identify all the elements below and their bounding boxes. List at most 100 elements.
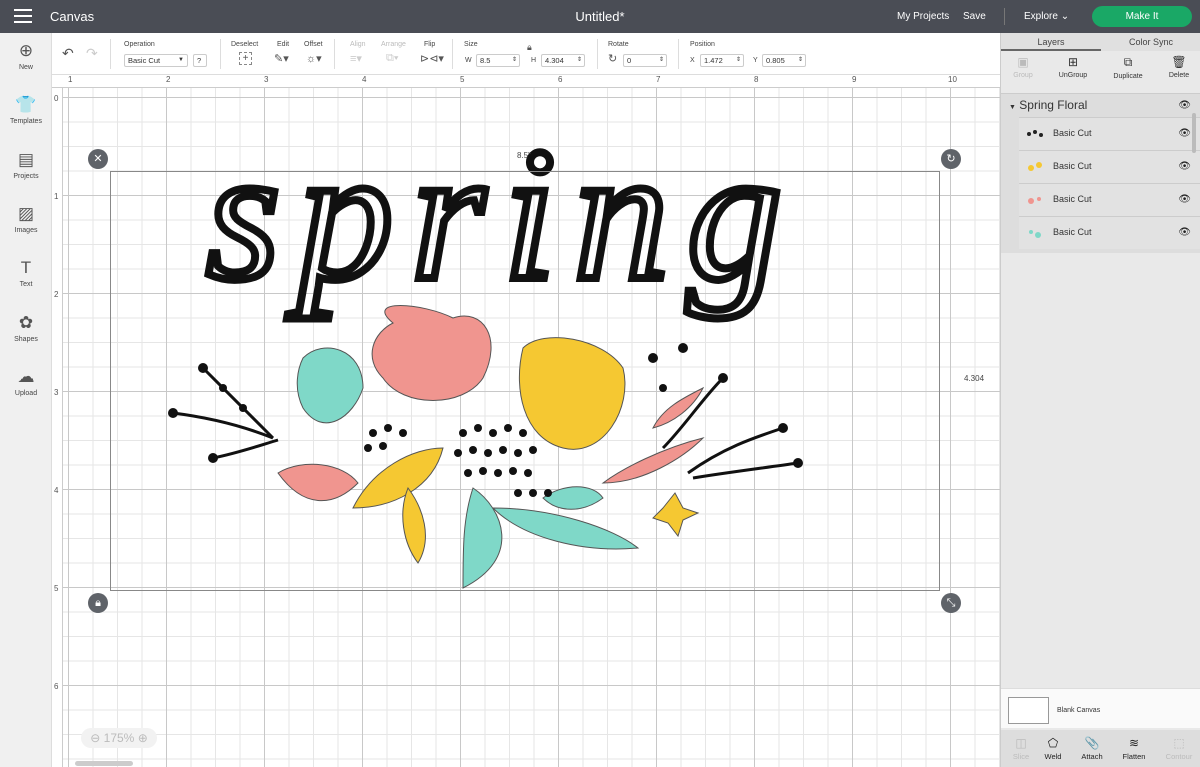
help-button[interactable]: ? <box>193 54 207 67</box>
contour-button[interactable]: ⬚ Contour <box>1159 736 1199 761</box>
layers-list: ▼ Spring Floral 👁︎ Basic Cut 👁︎ Basic Cut… <box>1001 93 1200 253</box>
horizontal-scrollbar[interactable] <box>75 761 133 766</box>
tab-layers[interactable]: Layers <box>1001 37 1101 51</box>
layer-label: Basic Cut <box>1053 128 1092 138</box>
app-title: Canvas <box>50 9 95 24</box>
stepper-icon[interactable]: ⇕ <box>659 55 664 66</box>
explore-label: Explore <box>1024 11 1058 22</box>
nav-shapes[interactable]: ✿ Shapes <box>0 313 52 343</box>
layer-thumbnail <box>1023 159 1047 175</box>
zoom-out-icon[interactable]: ⊖ <box>90 731 100 745</box>
nav-label: New <box>18 64 33 71</box>
eye-icon[interactable]: 👁︎ <box>1178 100 1191 111</box>
x-input[interactable]: 1.472 ⇕ <box>700 54 744 67</box>
edit-pencil-icon[interactable]: ✎▾ <box>274 52 289 65</box>
zoom-in-icon[interactable]: ⊕ <box>138 731 148 745</box>
layer-row[interactable]: Basic Cut 👁︎ <box>1019 216 1200 249</box>
flatten-button[interactable]: ≋ Flatten <box>1114 736 1154 761</box>
flip-icon[interactable]: ⊳⊲▾ <box>420 52 444 65</box>
width-label: W <box>465 57 472 64</box>
resize-handle-icon[interactable]: ⤡ <box>941 593 961 613</box>
duplicate-button[interactable]: ⧉ Duplicate <box>1108 55 1148 80</box>
blank-canvas-swatch[interactable] <box>1008 697 1049 724</box>
arrange-icon[interactable]: ⧉▾ <box>386 52 398 65</box>
height-value: 4.304 <box>545 56 564 65</box>
nav-label: Templates <box>10 118 42 125</box>
plus-circle-icon: ⊕ <box>18 41 34 60</box>
edit-label: Edit <box>277 41 290 48</box>
delete-button[interactable]: 🗑 Delete <box>1159 55 1199 79</box>
eye-icon[interactable]: 👁︎ <box>1178 128 1191 139</box>
eye-icon[interactable]: 👁︎ <box>1178 161 1191 172</box>
nav-text[interactable]: T Text <box>0 258 52 288</box>
blank-canvas-label: Blank Canvas <box>1057 707 1101 714</box>
group-name: Spring Floral <box>1019 98 1088 112</box>
design-canvas[interactable]: spring 8.5" 4.304 ✕ ↻ 🔒︎ ⤡ ⊖ 175% ⊕ <box>63 88 1000 767</box>
layer-row[interactable]: Basic Cut 👁︎ <box>1019 150 1200 183</box>
explore-dropdown[interactable]: Explore ⌄ <box>1024 11 1069 22</box>
ruler-tick: 6 <box>558 75 563 84</box>
lock-icon[interactable]: 🔒︎ <box>527 42 532 53</box>
layers-scrollbar[interactable] <box>1192 113 1196 153</box>
height-label: H <box>531 57 537 64</box>
hamburger-menu-icon[interactable] <box>14 9 32 23</box>
eye-icon[interactable]: 👁︎ <box>1178 194 1191 205</box>
layer-row[interactable]: Basic Cut 👁︎ <box>1019 117 1200 150</box>
align-icon[interactable]: ≡▾ <box>350 52 362 65</box>
height-dimension-label: 4.304 <box>964 374 985 383</box>
tab-color-sync[interactable]: Color Sync <box>1101 37 1200 47</box>
stepper-icon[interactable]: ⇕ <box>798 55 803 66</box>
my-projects-link[interactable]: My Projects <box>897 11 949 22</box>
projects-icon: ▤ <box>17 150 35 169</box>
operation-select[interactable]: Basic Cut ▼ <box>124 54 188 67</box>
save-link[interactable]: Save <box>963 11 986 22</box>
chevron-down-icon: ⌄ <box>1060 11 1070 22</box>
nav-label: Upload <box>14 390 38 397</box>
nav-templates[interactable]: 👕 Templates <box>0 95 52 125</box>
nav-upload[interactable]: ☁ Upload <box>0 367 52 397</box>
eye-icon[interactable]: 👁︎ <box>1178 227 1191 238</box>
attach-button[interactable]: 📎 Attach <box>1072 736 1112 761</box>
redo-icon[interactable]: ↷ <box>86 45 98 62</box>
make-it-button[interactable]: Make It <box>1092 6 1192 27</box>
dropdown-arrow-icon: ▼ <box>178 57 184 63</box>
button-label: Attach <box>1081 752 1103 761</box>
ruler-tick: 2 <box>54 290 59 299</box>
layer-group-spring-floral[interactable]: ▼ Spring Floral <box>1009 98 1087 112</box>
stepper-icon[interactable]: ⇕ <box>736 55 741 66</box>
rotate-handle-icon[interactable]: ↻ <box>941 149 961 169</box>
divider <box>452 39 453 69</box>
y-input[interactable]: 0.805 ⇕ <box>762 54 806 67</box>
blank-canvas-row[interactable]: Blank Canvas <box>1001 688 1200 728</box>
button-label: Slice <box>1012 752 1030 761</box>
height-input[interactable]: 4.304 ⇕ <box>541 54 585 67</box>
rotate-input[interactable]: 0 ⇕ <box>623 54 667 67</box>
paperclip-icon: 📎 <box>1084 736 1100 750</box>
layer-label: Basic Cut <box>1053 227 1092 237</box>
weld-button[interactable]: ⬠ Weld <box>1033 736 1073 761</box>
delete-handle-icon[interactable]: ✕ <box>88 149 108 169</box>
stepper-icon[interactable]: ⇕ <box>577 55 582 66</box>
width-input[interactable]: 8.5 ⇕ <box>476 54 520 67</box>
upload-cloud-icon: ☁ <box>17 367 35 386</box>
offset-icon[interactable]: ☼▾ <box>306 52 322 65</box>
nav-images[interactable]: ▨ Images <box>0 204 52 234</box>
x-value: 1.472 <box>704 56 723 65</box>
position-label: Position <box>690 41 715 48</box>
ruler-tick: 5 <box>460 75 465 84</box>
ungroup-button[interactable]: ⊞ UnGroup <box>1053 55 1093 79</box>
image-icon: ▨ <box>17 204 35 223</box>
layer-thumbnail <box>1023 225 1047 241</box>
lock-handle-icon[interactable]: 🔒︎ <box>88 593 108 613</box>
group-button[interactable]: ▣ Group <box>1003 55 1043 79</box>
button-label: Duplicate <box>1113 73 1143 80</box>
zoom-control[interactable]: ⊖ 175% ⊕ <box>81 728 157 748</box>
nav-projects[interactable]: ▤ Projects <box>0 150 52 180</box>
stepper-icon[interactable]: ⇕ <box>512 55 517 66</box>
ruler-tick: 9 <box>852 75 857 84</box>
undo-icon[interactable]: ↶ <box>62 45 74 62</box>
nav-new[interactable]: ⊕ New <box>0 41 52 71</box>
layer-row[interactable]: Basic Cut 👁︎ <box>1019 183 1200 216</box>
ruler-tick: 0 <box>54 94 59 103</box>
deselect-icon[interactable]: + <box>239 52 252 65</box>
